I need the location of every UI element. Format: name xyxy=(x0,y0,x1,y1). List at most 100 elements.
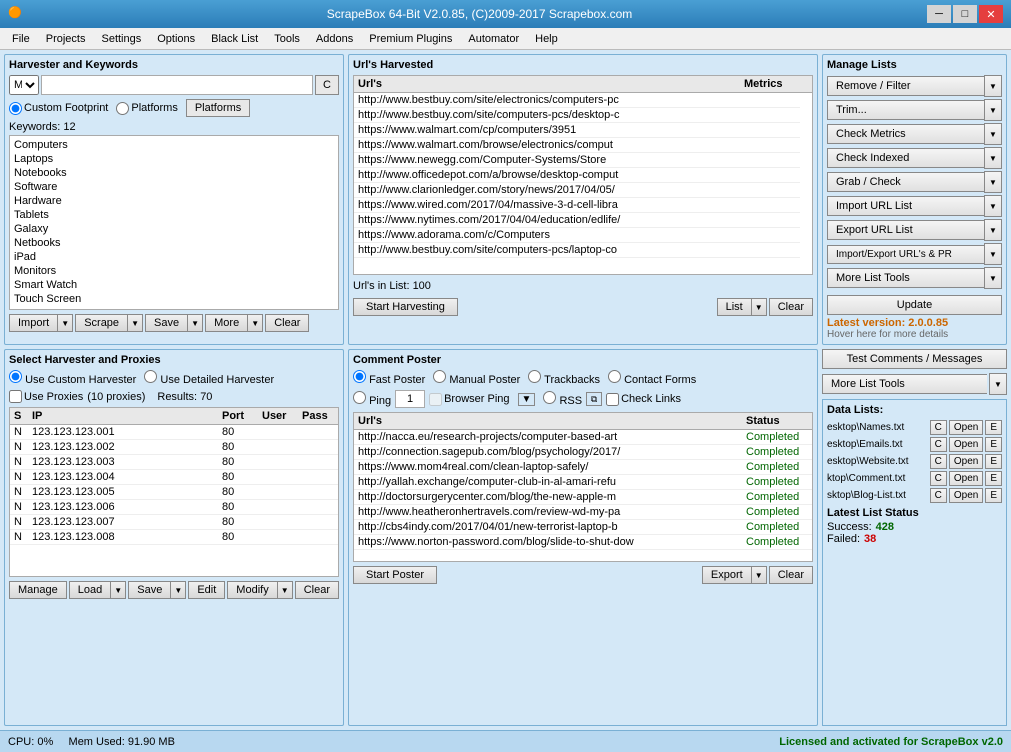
data-list-e-btn[interactable]: E xyxy=(985,420,1002,435)
import-export-pr-button[interactable]: Import/Export URL's & PR xyxy=(827,245,984,264)
scrape-button[interactable]: Scrape xyxy=(75,314,127,332)
table-row[interactable]: http://www.clarionledger.com/story/news/… xyxy=(354,183,812,198)
proxy-manage-button[interactable]: Manage xyxy=(9,581,67,599)
more-list-tools-arrow[interactable]: ▼ xyxy=(989,373,1007,395)
data-list-c-btn[interactable]: C xyxy=(930,488,947,503)
table-row[interactable]: http://www.bestbuy.com/site/computers-pc… xyxy=(354,243,812,258)
grab-check-arrow[interactable]: ▼ xyxy=(984,171,1002,193)
browser-ping-checkbox[interactable] xyxy=(429,393,442,406)
data-list-e-btn[interactable]: E xyxy=(985,471,1002,486)
use-proxies-checkbox[interactable] xyxy=(9,390,22,403)
proxy-save-arrow[interactable]: ▼ xyxy=(170,581,186,599)
table-row[interactable]: https://www.walmart.com/browse/electroni… xyxy=(354,138,812,153)
import-arrow[interactable]: ▼ xyxy=(57,314,73,332)
table-row[interactable]: http://www.heatheronhertravels.com/revie… xyxy=(354,505,812,520)
table-row[interactable]: N123.123.123.00280 xyxy=(10,440,338,455)
radio-fast-label[interactable]: Fast Poster xyxy=(353,370,425,386)
table-row[interactable]: N123.123.123.00180 xyxy=(10,425,338,440)
platforms-button[interactable]: Platforms xyxy=(186,99,250,117)
table-row[interactable]: http://doctorsurgerycenter.com/blog/the-… xyxy=(354,490,812,505)
menu-premium[interactable]: Premium Plugins xyxy=(361,31,460,47)
keyword-item[interactable]: Software xyxy=(12,180,336,194)
table-row[interactable]: https://www.walmart.com/cp/computers/395… xyxy=(354,123,812,138)
radio-contact[interactable] xyxy=(608,370,621,383)
table-row[interactable]: http://connection.sagepub.com/blog/psych… xyxy=(354,445,812,460)
export-arrow[interactable]: ▼ xyxy=(751,566,767,584)
browser-ping-arrow[interactable]: ▼ xyxy=(518,393,536,406)
data-list-c-btn[interactable]: C xyxy=(930,437,947,452)
radio-fast[interactable] xyxy=(353,370,366,383)
data-list-e-btn[interactable]: E xyxy=(985,454,1002,469)
proxy-save-button[interactable]: Save xyxy=(128,581,170,599)
urls-clear-button[interactable]: Clear xyxy=(769,298,813,316)
proxy-load-button[interactable]: Load xyxy=(69,581,110,599)
table-row[interactable]: N123.123.123.00480 xyxy=(10,470,338,485)
list-arrow[interactable]: ▼ xyxy=(751,298,767,316)
export-url-list-button[interactable]: Export URL List xyxy=(827,220,984,240)
table-row[interactable]: https://www.mom4real.com/clean-laptop-sa… xyxy=(354,460,812,475)
clear-button[interactable]: Clear xyxy=(265,314,309,332)
proxy-table-wrap[interactable]: S IP Port User Pass N123.123.123.00180N1… xyxy=(9,407,339,577)
table-row[interactable]: https://www.norton-password.com/blog/sli… xyxy=(354,535,812,550)
remove-filter-arrow[interactable]: ▼ xyxy=(984,75,1002,97)
start-poster-button[interactable]: Start Poster xyxy=(353,566,437,584)
table-row[interactable]: https://www.adorama.com/c/Computers xyxy=(354,228,812,243)
table-row[interactable]: http://cbs4indy.com/2017/04/01/new-terro… xyxy=(354,520,812,535)
bottom-more-list-tools-button[interactable]: More List Tools xyxy=(822,374,987,394)
maximize-button[interactable]: □ xyxy=(953,5,977,23)
scrape-arrow[interactable]: ▼ xyxy=(127,314,143,332)
comment-urls-wrap[interactable]: Url's Status http://nacca.eu/research-pr… xyxy=(353,412,813,562)
table-row[interactable]: N123.123.123.00380 xyxy=(10,455,338,470)
import-export-pr-arrow[interactable]: ▼ xyxy=(984,243,1002,265)
radio-trackbacks[interactable] xyxy=(528,370,541,383)
proxy-edit-button[interactable]: Edit xyxy=(188,581,225,599)
data-list-open-btn[interactable]: Open xyxy=(949,488,983,503)
close-button[interactable]: ✕ xyxy=(979,5,1003,23)
menu-options[interactable]: Options xyxy=(149,31,203,47)
proxy-clear-button[interactable]: Clear xyxy=(295,581,339,599)
radio-ping-label[interactable]: Ping xyxy=(353,391,391,407)
proxy-load-arrow[interactable]: ▼ xyxy=(110,581,126,599)
keyword-item[interactable]: Smart Watch xyxy=(12,278,336,292)
radio-rss-label[interactable]: RSS xyxy=(543,391,582,407)
export-button[interactable]: Export xyxy=(702,566,751,584)
data-list-e-btn[interactable]: E xyxy=(985,437,1002,452)
menu-addons[interactable]: Addons xyxy=(308,31,361,47)
update-button[interactable]: Update xyxy=(827,295,1002,315)
remove-filter-button[interactable]: Remove / Filter xyxy=(827,76,984,96)
table-row[interactable]: https://www.wired.com/2017/04/massive-3-… xyxy=(354,198,812,213)
table-row[interactable]: https://www.nytimes.com/2017/04/04/educa… xyxy=(354,213,812,228)
comment-clear-button[interactable]: Clear xyxy=(769,566,813,584)
data-list-c-btn[interactable]: C xyxy=(930,420,947,435)
radio-platforms-label[interactable]: Platforms xyxy=(116,102,177,115)
table-row[interactable]: http://www.bestbuy.com/site/electronics/… xyxy=(354,93,812,108)
use-proxies-label[interactable]: Use Proxies xyxy=(9,390,83,403)
keyword-item[interactable]: Notebooks xyxy=(12,166,336,180)
data-list-open-btn[interactable]: Open xyxy=(949,454,983,469)
table-row[interactable]: http://yallah.exchange/computer-club-in-… xyxy=(354,475,812,490)
check-links-label[interactable]: Check Links xyxy=(606,393,681,406)
radio-manual[interactable] xyxy=(433,370,446,383)
data-list-open-btn[interactable]: Open xyxy=(949,471,983,486)
radio-rss[interactable] xyxy=(543,391,556,404)
import-url-list-button[interactable]: Import URL List xyxy=(827,196,984,216)
data-list-e-btn[interactable]: E xyxy=(985,488,1002,503)
ping-input[interactable]: 1 xyxy=(395,390,425,408)
keyword-item[interactable]: Netbooks xyxy=(12,236,336,250)
trim-arrow[interactable]: ▼ xyxy=(984,99,1002,121)
test-comments-button[interactable]: Test Comments / Messages xyxy=(822,349,1007,369)
menu-file[interactable]: File xyxy=(4,31,38,47)
export-url-arrow[interactable]: ▼ xyxy=(984,219,1002,241)
import-url-arrow[interactable]: ▼ xyxy=(984,195,1002,217)
table-row[interactable]: N123.123.123.00780 xyxy=(10,515,338,530)
grab-check-button[interactable]: Grab / Check xyxy=(827,172,984,192)
keyword-input[interactable] xyxy=(41,75,313,95)
table-row[interactable]: N123.123.123.00580 xyxy=(10,485,338,500)
check-metrics-arrow[interactable]: ▼ xyxy=(984,123,1002,145)
table-row[interactable]: http://www.officedepot.com/a/browse/desk… xyxy=(354,168,812,183)
menu-projects[interactable]: Projects xyxy=(38,31,94,47)
more-arrow[interactable]: ▼ xyxy=(247,314,263,332)
data-list-open-btn[interactable]: Open xyxy=(949,437,983,452)
table-row[interactable]: N123.123.123.00880 xyxy=(10,530,338,545)
keywords-list[interactable]: Computers Laptops Notebooks Software Har… xyxy=(9,135,339,310)
